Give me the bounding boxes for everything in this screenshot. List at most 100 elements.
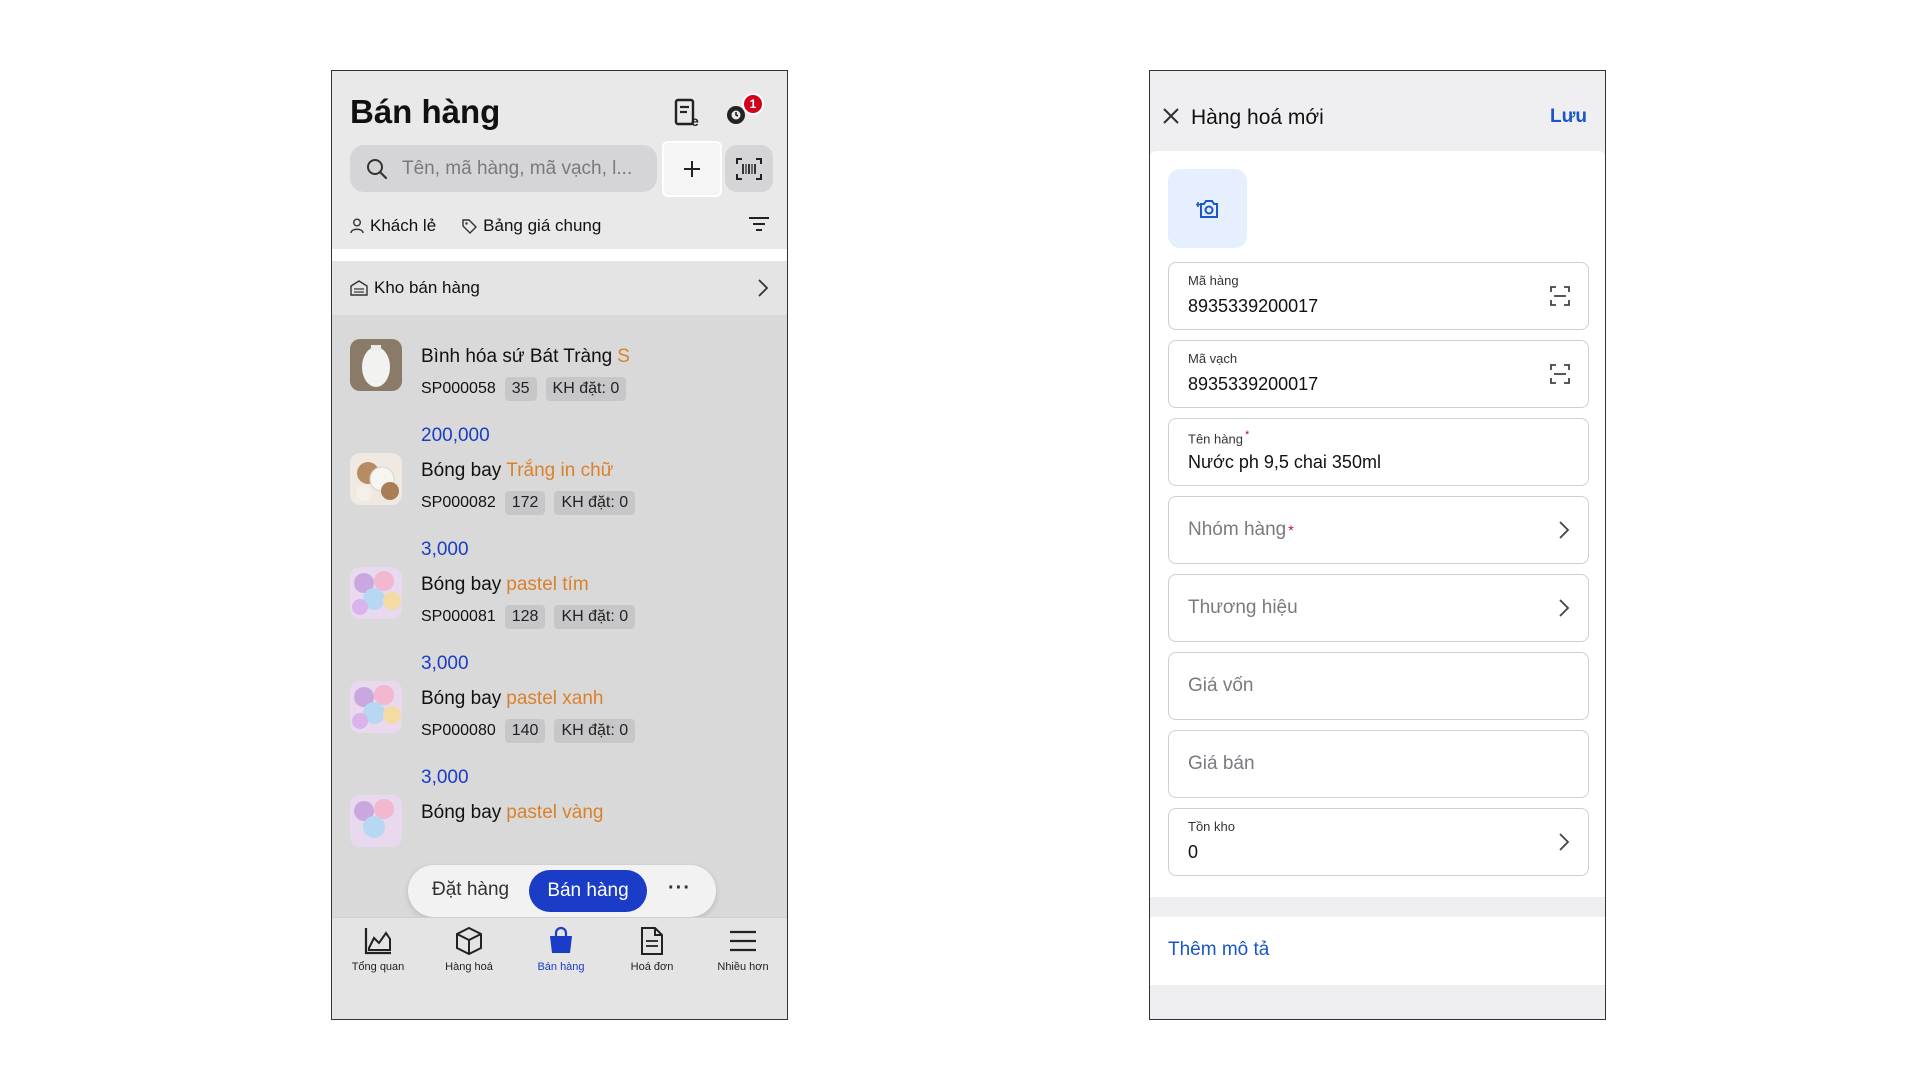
sku-field[interactable]: Mã hàng 8935339200017 [1168, 262, 1589, 330]
product-name: Bình hóa sứ Bát Tràng S [421, 346, 630, 367]
barcode-scan-button[interactable] [725, 145, 773, 192]
product-form: Mã hàng 8935339200017 Mã vạch 8935339200… [1150, 151, 1605, 897]
more-options-button[interactable]: ··· [668, 877, 691, 900]
nav-invoices[interactable]: Hoá đơn [606, 926, 698, 973]
price-list-filter[interactable]: Bảng giá chung [462, 216, 601, 236]
product-meta: SP000080 140 KH đặt: 0 [421, 719, 636, 743]
product-thumbnail [350, 795, 402, 847]
product-variant: pastel tím [506, 574, 589, 595]
sale-price-placeholder: Giá bán [1188, 753, 1255, 774]
price-list-label: Bảng giá chung [483, 216, 602, 235]
chevron-right-icon [758, 279, 769, 297]
stock-label: Tồn kho [1188, 819, 1235, 834]
customer-filter[interactable]: Khách lẻ [350, 216, 436, 236]
search-bar[interactable] [350, 145, 657, 192]
page-title: Hàng hoá mới [1191, 106, 1324, 129]
page-title: Bán hàng [350, 93, 501, 130]
ordered-chip: KH đặt: 0 [554, 491, 636, 515]
close-icon[interactable] [1162, 107, 1180, 125]
person-icon [350, 218, 364, 234]
product-code: SP000081 [421, 608, 496, 625]
invoice-icon [641, 927, 663, 955]
bottom-navigation: Tổng quan Hàng hoá Bán hàng Hoá đơn Nhiề… [332, 917, 787, 1019]
add-description-link[interactable]: Thêm mô tả [1168, 939, 1269, 961]
filter-row: Khách lẻ Bảng giá chung [350, 213, 770, 239]
product-meta: SP000082 172 KH đặt: 0 [421, 491, 636, 515]
customer-filter-label: Khách lẻ [370, 216, 437, 235]
sale-price-field[interactable]: Giá bán [1168, 730, 1589, 798]
nav-overview[interactable]: Tổng quan [332, 926, 424, 973]
product-code: SP000080 [421, 722, 496, 739]
barcode-field[interactable]: Mã vạch 8935339200017 [1168, 340, 1589, 408]
e-invoice-icon[interactable]: e [672, 97, 704, 129]
ordered-chip: KH đặt: 0 [545, 377, 627, 401]
product-name: Bóng bay pastel vàng [421, 802, 604, 823]
scan-icon[interactable] [1550, 364, 1570, 384]
ordered-chip: KH đặt: 0 [554, 605, 636, 629]
tag-icon [462, 218, 478, 234]
product-name: Bóng bay Trắng in chữ [421, 460, 614, 481]
product-name: Bóng bay pastel tím [421, 574, 589, 595]
nav-more[interactable]: Nhiều hơn [697, 926, 787, 973]
barcode-value[interactable]: 8935339200017 [1188, 374, 1318, 395]
ordered-chip: KH đặt: 0 [554, 719, 636, 743]
product-thumbnail [350, 339, 402, 391]
order-mode-button[interactable]: Đặt hàng [432, 879, 509, 901]
product-name-label: Tên hàng * [1188, 429, 1250, 447]
sell-mode-button[interactable]: Bán hàng [529, 870, 647, 912]
cost-price-field[interactable]: Giá vốn [1168, 652, 1589, 720]
box-icon [456, 926, 482, 956]
product-code: SP000058 [421, 380, 496, 397]
scan-icon[interactable] [1550, 286, 1570, 306]
sku-label: Mã hàng [1188, 273, 1239, 288]
product-meta: SP000081 128 KH đặt: 0 [421, 605, 636, 629]
product-variant: pastel vàng [506, 802, 604, 823]
cost-price-placeholder: Giá vốn [1188, 675, 1254, 696]
add-photo-button[interactable] [1168, 169, 1247, 248]
search-input[interactable] [402, 157, 632, 180]
stock-chip: 128 [504, 605, 546, 629]
search-icon [367, 158, 388, 179]
new-product-background: Hàng hoá mới Lưu Mã hàng 8935339200017 M… [1150, 71, 1605, 1019]
stock-chip: 140 [504, 719, 546, 743]
chevron-right-icon [1559, 599, 1570, 617]
product-thumbnail [350, 681, 402, 733]
product-group-field[interactable]: Nhóm hàng * [1168, 496, 1589, 564]
description-section: Thêm mô tả [1150, 917, 1605, 985]
warehouse-selector[interactable]: Kho bán hàng [332, 261, 787, 315]
chevron-right-icon [1559, 521, 1570, 539]
warehouse-icon [350, 280, 368, 296]
product-group-placeholder: Nhóm hàng * [1188, 519, 1294, 540]
chart-icon [364, 928, 391, 955]
brand-field[interactable]: Thương hiệu [1168, 574, 1589, 642]
camera-icon [1195, 199, 1218, 218]
menu-icon [730, 930, 756, 952]
sku-value[interactable]: 8935339200017 [1188, 296, 1318, 317]
barcode-scan-icon [736, 157, 762, 180]
stock-chip: 172 [504, 491, 546, 515]
warehouse-label: Kho bán hàng [374, 278, 480, 297]
product-name-value[interactable]: Nước ph 9,5 chai 350ml [1188, 452, 1381, 473]
add-product-button[interactable] [664, 143, 720, 195]
stock-field[interactable]: Tồn kho 0 [1168, 808, 1589, 876]
new-product-header: Hàng hoá mới Lưu [1150, 71, 1605, 149]
brand-placeholder: Thương hiệu [1188, 597, 1298, 618]
sort-filter-icon[interactable] [748, 215, 770, 233]
product-variant: Trắng in chữ [506, 460, 614, 481]
nav-products[interactable]: Hàng hoá [423, 926, 515, 973]
chevron-right-icon [1559, 833, 1570, 851]
stock-value[interactable]: 0 [1188, 842, 1198, 863]
barcode-label: Mã vạch [1188, 351, 1238, 366]
product-name-field[interactable]: Tên hàng * Nước ph 9,5 chai 350ml [1168, 418, 1589, 486]
product-code: SP000082 [421, 494, 496, 511]
product-variant: S [617, 346, 630, 367]
nav-sales[interactable]: Bán hàng [515, 926, 607, 973]
shopping-bag-icon [550, 926, 572, 953]
product-variant: pastel xanh [506, 688, 604, 709]
product-thumbnail [350, 567, 402, 619]
notification-badge: 1 [742, 93, 764, 115]
plus-icon [684, 161, 700, 177]
product-name: Bóng bay pastel xanh [421, 688, 604, 709]
stock-chip: 35 [504, 377, 537, 401]
save-button[interactable]: Lưu [1550, 106, 1587, 128]
